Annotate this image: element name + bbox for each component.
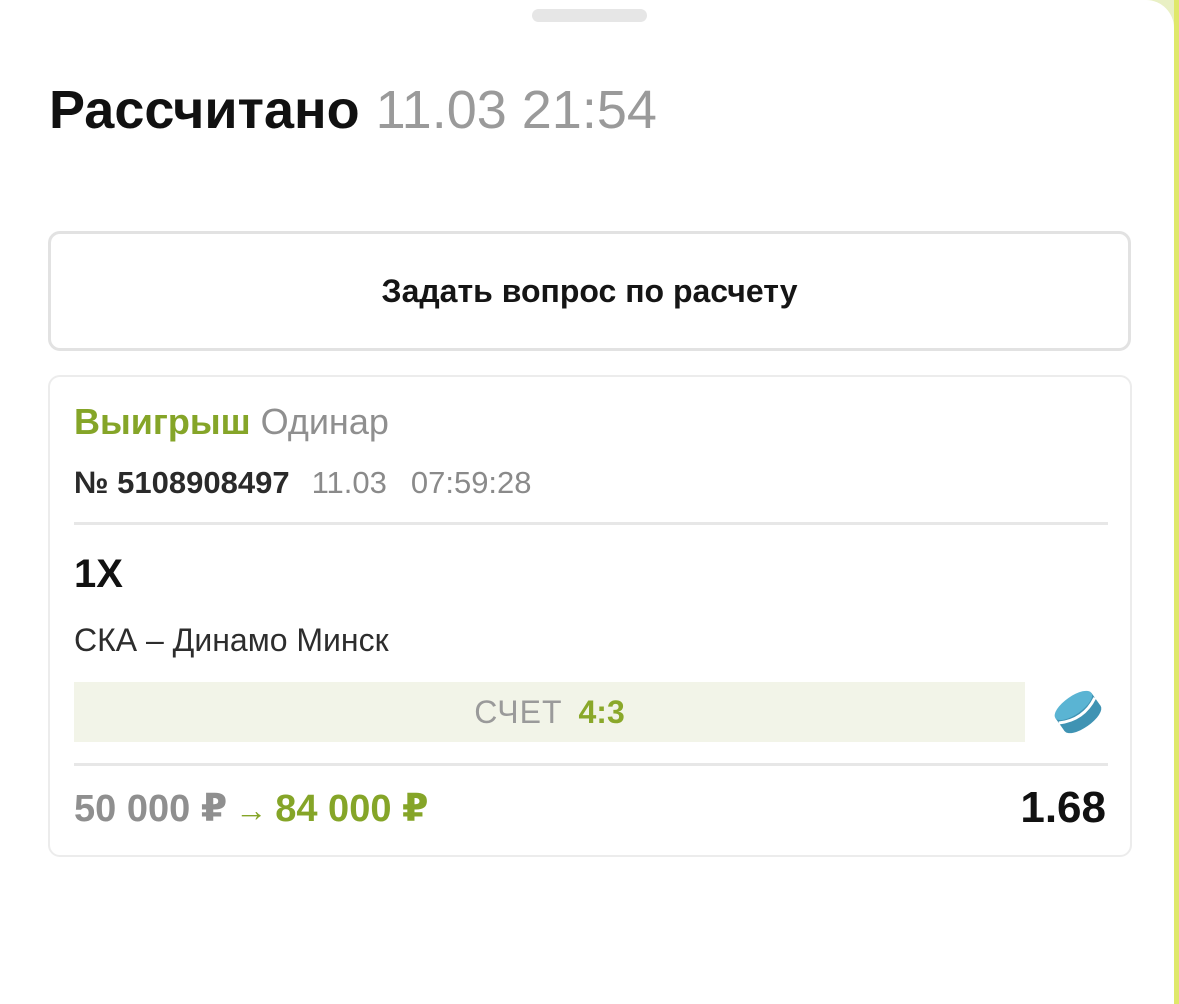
ask-settlement-question-label: Задать вопрос по расчету <box>381 272 798 309</box>
score-value: 4:3 <box>578 693 625 730</box>
divider <box>74 522 1108 525</box>
page-title: Рассчитано <box>49 80 360 140</box>
payout-amount: 84 000 ₽ <box>275 788 429 830</box>
hockey-puck-icon <box>1050 682 1106 742</box>
bet-amounts: 50 000 ₽ → 84 000 ₽ <box>74 787 428 832</box>
page-header: Рассчитано 11.03 21:54 <box>49 80 657 140</box>
bet-status: Выигрыш <box>74 401 251 442</box>
bet-number: № 5108908497 <box>74 465 290 500</box>
bet-type: Одинар <box>260 401 389 442</box>
bet-outcome: 1X <box>74 552 123 596</box>
bet-details-sheet: Рассчитано 11.03 21:54 Задать вопрос по р… <box>0 0 1174 1004</box>
bet-date: 11.03 <box>311 465 387 500</box>
stake-amount: 50 000 ₽ <box>74 788 228 830</box>
ask-settlement-question-button[interactable]: Задать вопрос по расчету <box>48 231 1131 351</box>
score-label: СЧЕТ <box>474 693 563 730</box>
arrow-right-icon: → <box>235 792 268 828</box>
bet-card: Выигрыш Одинар № 5108908497 11.03 07:59:28 … <box>48 375 1132 857</box>
match-name: СКА – Динамо Минск <box>74 622 389 658</box>
score-bar: СЧЕТ 4:3 <box>74 682 1025 742</box>
bet-time: 07:59:28 <box>410 465 532 500</box>
drag-handle[interactable] <box>532 9 647 22</box>
bet-odds: 1.68 <box>1020 783 1106 832</box>
bet-status-row: Выигрыш Одинар <box>74 401 389 443</box>
settled-time: 11.03 21:54 <box>375 80 657 140</box>
bet-meta-row: № 5108908497 11.03 07:59:28 <box>74 465 532 501</box>
background-edge <box>1174 0 1179 1004</box>
divider <box>74 763 1108 766</box>
